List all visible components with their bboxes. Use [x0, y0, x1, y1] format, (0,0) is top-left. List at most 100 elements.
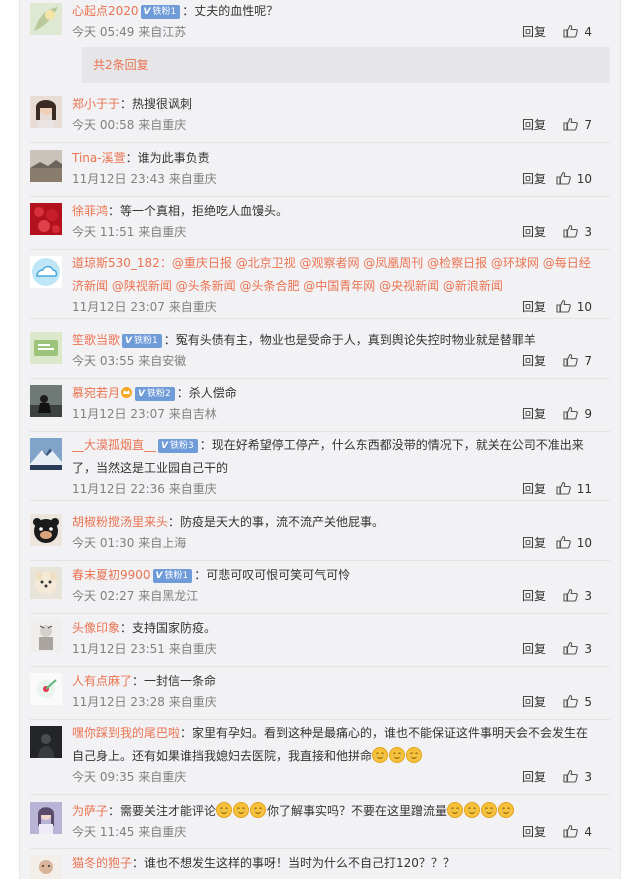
more-replies-button[interactable]: 共2条回复 [82, 47, 610, 83]
username[interactable]: 心起点2020 [72, 4, 139, 18]
like-button[interactable]: 10 [552, 170, 592, 188]
avatar[interactable] [30, 514, 62, 546]
thumbs-up-icon [563, 117, 579, 131]
comment-item: 笙歌当歌 V 铁粉1 ：冤有头债有主，物业也是受命于人，真到舆论失控时物业就是替罪羊 … [30, 332, 610, 379]
comment-text: ：谁为此事负责 [125, 151, 210, 165]
username[interactable]: 道琼斯530_182 [72, 256, 160, 270]
avatar[interactable] [30, 203, 62, 235]
tearful-emoji-icon [406, 747, 423, 763]
avatar[interactable] [30, 726, 62, 758]
thumbs-up-icon [556, 535, 571, 549]
avatar[interactable] [30, 438, 62, 470]
thumbs-up-icon [563, 694, 579, 708]
avatar[interactable] [30, 673, 62, 705]
like-button[interactable]: 4 [552, 823, 592, 841]
thumbs-up-icon [563, 769, 579, 783]
comment-text: ：需要关注才能评论 [108, 804, 217, 818]
like-button[interactable]: 11 [552, 480, 592, 498]
thumbs-up-icon [556, 299, 571, 313]
reply-button[interactable]: 回复 [522, 352, 546, 370]
reply-button[interactable]: 回复 [522, 298, 546, 316]
username[interactable]: 慕宛若月 [72, 386, 120, 400]
avatar[interactable] [30, 385, 62, 417]
fan-badge: V 铁粉1 [140, 5, 181, 19]
comment-text: ：谁也不想发生这样的事呀！当时为什么不自己打120？？？ [132, 856, 455, 870]
avatar[interactable] [30, 802, 62, 834]
comment-item: 慕宛若月 V 铁粉2 ：杀人偿命 11月12日 23:07 来自吉林 回复 9 [30, 385, 610, 432]
comment-item: 人有点麻了：一封信一条命 11月12日 23:28 来自重庆 回复 5 [30, 673, 610, 720]
like-button[interactable]: 3 [552, 587, 592, 605]
like-button[interactable]: 4 [552, 23, 592, 41]
username[interactable]: 笙歌当歌 [72, 333, 120, 347]
like-button[interactable]: 10 [552, 298, 592, 316]
reply-button[interactable]: 回复 [522, 116, 546, 134]
username[interactable]: 徐菲鸿 [72, 204, 108, 218]
tearful-emoji-icon [498, 802, 515, 818]
avatar[interactable] [30, 332, 62, 364]
reply-button[interactable]: 回复 [522, 23, 546, 41]
tearful-emoji-icon [216, 802, 233, 818]
like-button[interactable]: 3 [552, 223, 592, 241]
like-button[interactable]: 5 [552, 693, 592, 711]
thumbs-up-icon [556, 171, 571, 185]
fan-badge: V 铁粉1 [122, 334, 162, 348]
thumbs-up-icon [563, 353, 579, 367]
username[interactable]: 人有点麻了 [72, 674, 132, 688]
avatar[interactable] [30, 256, 62, 288]
tearful-emoji-icon [250, 802, 267, 818]
comment-text: ：等一个真相，拒绝吃人血馒头。 [108, 204, 289, 218]
reply-button[interactable]: 回复 [522, 587, 546, 605]
thumbs-up-icon [563, 824, 579, 838]
username[interactable]: 嘿你踩到我的尾巴啦 [72, 726, 180, 740]
tearful-emoji-icon [447, 802, 464, 818]
comment-text: ：丈夫的血性呢？ [182, 4, 279, 18]
fan-badge: V 铁粉3 [158, 439, 198, 453]
thumbs-up-icon [556, 481, 571, 495]
reply-button[interactable]: 回复 [522, 823, 546, 841]
username[interactable]: Tina-溪萱 [72, 151, 126, 165]
comment-text: ：支持国家防疫。 [120, 621, 217, 635]
like-button[interactable]: 3 [552, 768, 592, 786]
like-button[interactable]: 10 [552, 534, 592, 552]
username[interactable]: 头像印象 [72, 621, 120, 635]
reply-button[interactable]: 回复 [522, 640, 546, 658]
fan-badge: V 铁粉1 [152, 569, 193, 583]
avatar[interactable] [30, 96, 62, 128]
tearful-emoji-icon [464, 802, 481, 818]
reply-button[interactable]: 回复 [522, 405, 546, 423]
comment-item: Tina-溪萱：谁为此事负责 11月12日 23:43 来自重庆 回复 10 [30, 150, 610, 197]
reply-button[interactable]: 回复 [522, 768, 546, 786]
comment-item: 心起点2020 V 铁粉1 ：丈夫的血性呢？ 今天 05:49 来自江苏 回复 4 [30, 3, 610, 43]
comment-item: 郑小于于：热搜很讽刺 今天 00:58 来自重庆 回复 7 [30, 96, 610, 143]
reply-button[interactable]: 回复 [522, 223, 546, 241]
reply-button[interactable]: 回复 [522, 693, 546, 711]
avatar[interactable] [30, 150, 62, 182]
username[interactable]: __大漠孤烟直__ [72, 438, 156, 452]
avatar[interactable] [30, 855, 62, 879]
comment-text: ：可悲可叹可恨可笑可气可怜 [194, 568, 351, 582]
username[interactable]: 为萨子 [72, 804, 108, 818]
comment-item: 嘿你踩到我的尾巴啦：家里有孕妇。看到这种是最痛心的，谁也不能保证这件事明天会不会… [30, 726, 610, 795]
comment-item: 徐菲鸿：等一个真相，拒绝吃人血馒头。 今天 11:51 来自重庆 回复 3 [30, 203, 610, 250]
comment-text: ：杀人偿命 [176, 386, 237, 400]
username[interactable]: 猫冬的狍子 [72, 856, 132, 870]
avatar[interactable] [30, 567, 62, 599]
like-button[interactable]: 9 [552, 405, 592, 423]
username[interactable]: 胡椒粉搅汤里来头 [72, 515, 168, 529]
like-button[interactable]: 7 [552, 352, 592, 370]
reply-button[interactable]: 回复 [522, 170, 546, 188]
username[interactable]: 郑小于于 [72, 97, 120, 111]
crown-icon [121, 387, 133, 398]
avatar[interactable] [30, 620, 62, 652]
username[interactable]: 春末夏初9900 [72, 568, 151, 582]
reply-button[interactable]: 回复 [522, 480, 546, 498]
comment-text: ：冤有头债有主，物业也是受命于人，真到舆论失控时物业就是替罪羊 [163, 333, 536, 347]
tearful-emoji-icon [233, 802, 250, 818]
thumbs-up-icon [563, 641, 579, 655]
avatar[interactable] [30, 3, 62, 35]
like-button[interactable]: 7 [552, 116, 592, 134]
reply-button[interactable]: 回复 [522, 534, 546, 552]
like-button[interactable]: 3 [552, 640, 592, 658]
thumbs-up-icon [563, 406, 579, 420]
thumbs-up-icon [563, 24, 579, 38]
